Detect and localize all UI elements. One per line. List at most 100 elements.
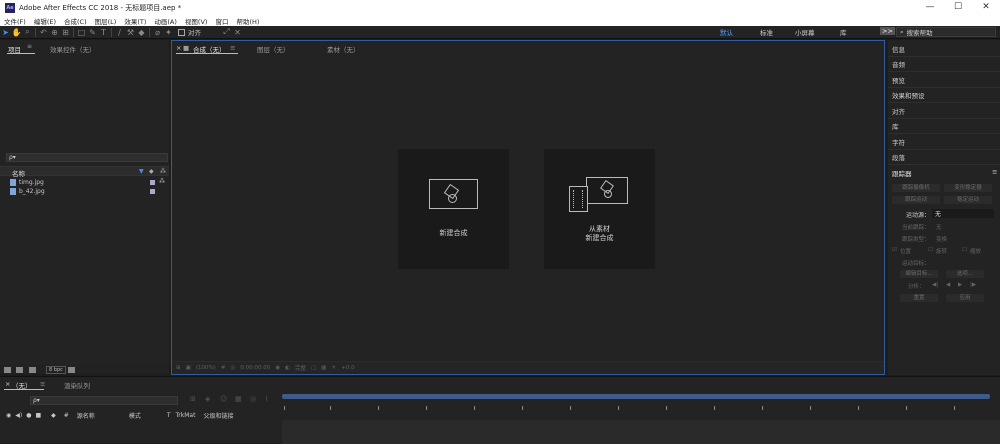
- label-icon[interactable]: ◆: [51, 412, 56, 419]
- current-time-display[interactable]: 0:00:00:00: [240, 365, 270, 371]
- column-parent[interactable]: 父级和链接: [203, 411, 233, 420]
- hand-tool-icon[interactable]: ✋: [11, 27, 22, 38]
- grid-icon[interactable]: #: [221, 365, 226, 371]
- help-search-input[interactable]: ⌕ 搜索帮助: [896, 27, 996, 37]
- tab-layer[interactable]: 图层（无）: [257, 44, 290, 54]
- column-mode[interactable]: 模式: [129, 411, 141, 420]
- text-tool-icon[interactable]: T: [98, 27, 109, 38]
- analyze-back-icon[interactable]: ◀: [946, 282, 950, 288]
- panel-preview[interactable]: 预览: [892, 75, 905, 85]
- minimize-button[interactable]: —: [916, 0, 944, 15]
- label-color-icon[interactable]: [150, 189, 155, 194]
- eye-icon[interactable]: ◉: [6, 412, 11, 419]
- snapshot-icon[interactable]: ◉: [275, 365, 280, 371]
- puppet-tool-icon[interactable]: ✦: [163, 27, 174, 38]
- selection-tool-icon[interactable]: ➤: [0, 27, 11, 38]
- current-track-dropdown[interactable]: 无: [936, 223, 942, 231]
- draft-3d-icon[interactable]: ◈: [205, 395, 210, 403]
- workspace-library[interactable]: 库: [840, 27, 847, 37]
- comp-mini-flowchart-icon[interactable]: ⊞: [190, 395, 196, 403]
- always-preview-icon[interactable]: ⊞: [176, 365, 181, 371]
- panel-info[interactable]: 信息: [892, 44, 905, 54]
- frame-blending-icon[interactable]: ▦: [235, 395, 242, 403]
- exposure-value[interactable]: +0.0: [341, 365, 354, 371]
- scale-checkbox[interactable]: ☐: [962, 247, 967, 253]
- label-color-icon[interactable]: [150, 180, 155, 185]
- track-camera-button[interactable]: 跟踪摄像机: [892, 184, 940, 192]
- project-menu-icon[interactable]: ≡: [27, 43, 32, 50]
- rectangle-tool-icon[interactable]: □: [76, 27, 87, 38]
- resolution-dropdown[interactable]: 完整: [295, 364, 306, 372]
- timeline-menu-icon[interactable]: ≡: [40, 380, 45, 388]
- snap-icon[interactable]: ⤢: [221, 27, 232, 38]
- pen-tool-icon[interactable]: ✎: [87, 27, 98, 38]
- timeline-search-input[interactable]: ρ▾: [30, 396, 178, 405]
- region-of-interest-icon[interactable]: ▢: [311, 365, 316, 371]
- panel-library[interactable]: 库: [892, 121, 899, 131]
- exposure-icon[interactable]: ☀: [331, 365, 336, 371]
- new-composition-icon[interactable]: [29, 367, 36, 373]
- workspace-standard[interactable]: 标准: [760, 27, 773, 37]
- motion-blur-icon[interactable]: ◎: [250, 395, 256, 403]
- align-checkbox[interactable]: [178, 28, 185, 36]
- options-button[interactable]: 选项...: [946, 270, 984, 278]
- analyze-forward-frame-icon[interactable]: |▶: [970, 282, 976, 288]
- region-icon[interactable]: ▣: [186, 365, 191, 371]
- close-tab-icon[interactable]: ×: [176, 44, 181, 52]
- sort-icon[interactable]: ▼: [139, 168, 144, 175]
- clone-tool-icon[interactable]: ⚒: [125, 27, 136, 38]
- new-composition-from-footage-button[interactable]: 从素材 新建合成: [544, 149, 655, 269]
- interpret-footage-icon[interactable]: [4, 367, 11, 373]
- workspace-overflow-button[interactable]: >>: [880, 27, 895, 35]
- column-trkmat[interactable]: TrkMat: [176, 412, 196, 419]
- track-motion-button[interactable]: 跟踪运动: [892, 196, 940, 204]
- close-button[interactable]: ✕: [972, 0, 1000, 15]
- snap-options-icon[interactable]: ✕: [232, 27, 243, 38]
- menu-composition[interactable]: 合成(C): [64, 16, 87, 26]
- column-t[interactable]: T: [167, 412, 171, 419]
- menu-view[interactable]: 视图(V): [185, 16, 208, 26]
- project-search-input[interactable]: ρ▾: [6, 153, 168, 162]
- panel-align[interactable]: 对齐: [892, 106, 905, 116]
- list-item[interactable]: b_42.jpg: [10, 188, 45, 195]
- roto-brush-tool-icon[interactable]: ⌀: [152, 27, 163, 38]
- menu-help[interactable]: 帮助(H): [236, 16, 259, 26]
- menu-animation[interactable]: 动画(A): [154, 16, 177, 26]
- tab-render-queue[interactable]: 渲染队列: [64, 380, 90, 390]
- lock-icon[interactable]: ■: [35, 412, 41, 419]
- menu-window[interactable]: 窗口: [215, 16, 228, 26]
- audio-icon[interactable]: ◀): [15, 412, 22, 419]
- shy-icon[interactable]: ☺: [220, 395, 227, 403]
- panel-character[interactable]: 字符: [892, 137, 905, 147]
- magnification-dropdown[interactable]: (100%): [196, 365, 216, 371]
- camera-tool-icon[interactable]: ⊕: [49, 27, 60, 38]
- rotate-tool-icon[interactable]: ↶: [38, 27, 49, 38]
- analyze-backward-icon[interactable]: ◀|: [932, 282, 938, 288]
- panel-paragraph[interactable]: 段落: [892, 152, 905, 162]
- edit-target-button[interactable]: 编辑目标...: [900, 270, 938, 278]
- analyze-forward-icon[interactable]: ▶: [958, 282, 962, 288]
- menu-layer[interactable]: 图层(L): [95, 16, 117, 26]
- time-navigator[interactable]: [282, 394, 990, 399]
- brush-tool-icon[interactable]: ∕: [114, 27, 125, 38]
- workspace-small-screen[interactable]: 小屏幕: [795, 27, 815, 37]
- column-source-name[interactable]: 源名称: [77, 411, 95, 420]
- pan-behind-tool-icon[interactable]: ⊞: [60, 27, 71, 38]
- apply-button[interactable]: 应用: [946, 294, 984, 302]
- transparency-grid-icon[interactable]: ▦: [321, 365, 326, 371]
- track-type-dropdown[interactable]: 变换: [936, 235, 947, 243]
- tab-effect-controls[interactable]: 效果控件（无）: [50, 44, 96, 54]
- motion-source-dropdown[interactable]: 无: [932, 209, 994, 218]
- show-channel-icon[interactable]: ◐: [285, 365, 290, 371]
- zoom-tool-icon[interactable]: ⌕: [22, 27, 33, 38]
- panel-effects-presets[interactable]: 效果和预设: [892, 90, 925, 100]
- new-folder-icon[interactable]: [16, 367, 23, 373]
- bit-depth-button[interactable]: 8 bpc: [46, 366, 66, 374]
- panel-audio[interactable]: 音频: [892, 59, 905, 69]
- solo-icon[interactable]: ●: [26, 412, 31, 419]
- label-column-icon[interactable]: ◆: [149, 168, 154, 175]
- trash-icon[interactable]: [68, 367, 75, 373]
- timeline-track-area[interactable]: [282, 420, 1000, 444]
- workspace-default[interactable]: 默认: [720, 27, 733, 37]
- menu-file[interactable]: 文件(F): [4, 16, 26, 26]
